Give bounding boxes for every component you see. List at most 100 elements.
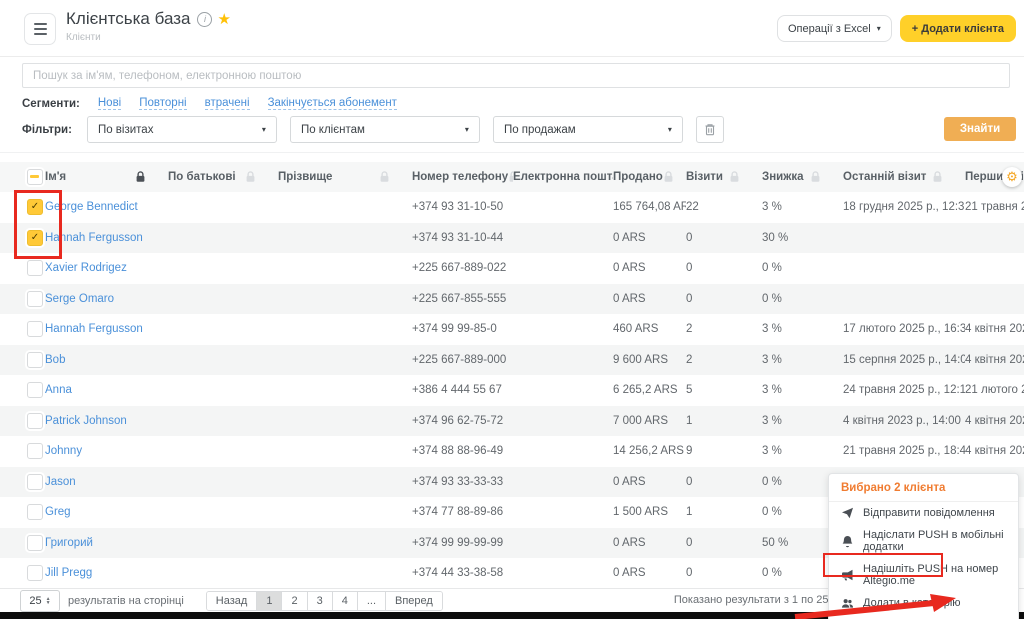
hamburger-menu-button[interactable] bbox=[24, 13, 56, 45]
row-checkbox[interactable] bbox=[27, 504, 43, 520]
column-header-1[interactable]: Ім'я bbox=[45, 171, 168, 183]
cell-phone: +374 93 33-33-33 bbox=[412, 476, 513, 488]
page-button-...[interactable]: ... bbox=[358, 592, 386, 610]
star-icon[interactable]: ★ bbox=[217, 10, 230, 28]
cell-phone: +374 99 99-99-99 bbox=[412, 537, 513, 549]
search-input[interactable] bbox=[22, 63, 1010, 88]
per-page-select[interactable]: 25 ▲▼ bbox=[20, 590, 60, 612]
row-checkbox[interactable] bbox=[27, 443, 43, 459]
lock-icon bbox=[245, 171, 256, 183]
row-checkbox[interactable]: ✓ bbox=[27, 199, 43, 215]
page-button-Назад[interactable]: Назад bbox=[207, 592, 258, 610]
cell-visits: 1 bbox=[686, 506, 762, 518]
page-button-Вперед[interactable]: Вперед bbox=[386, 592, 442, 610]
cell-discount: 3 % bbox=[762, 415, 843, 427]
find-button[interactable]: Знайти bbox=[944, 117, 1016, 141]
cell-visits: 2 bbox=[686, 323, 762, 335]
menu-item-push-altegio[interactable]: Надішліть PUSH на номер Altegio.me bbox=[829, 558, 1018, 592]
table-row: Bob+225 667-889-0009 600 ARS23 %15 серпн… bbox=[0, 345, 1024, 376]
cell-first-visit: 4 квітня 2023 bbox=[965, 445, 1024, 457]
client-name-link[interactable]: Anna bbox=[45, 384, 72, 396]
column-header-4[interactable]: Номер телефону bbox=[412, 171, 513, 183]
row-checkbox[interactable] bbox=[27, 352, 43, 368]
row-checkbox[interactable] bbox=[27, 382, 43, 398]
chevron-down-icon: ▾ bbox=[877, 24, 881, 33]
header-checkbox-cell bbox=[0, 169, 45, 185]
client-name-link[interactable]: Jason bbox=[45, 476, 76, 488]
column-header-label: Ім'я bbox=[45, 171, 66, 183]
cell-last-visit: 24 травня 2025 р., 12:15 bbox=[843, 384, 965, 396]
name-cell: Patrick Johnson bbox=[45, 415, 168, 427]
row-checkbox[interactable] bbox=[27, 474, 43, 490]
filter-by-clients-select[interactable]: По клієнтам ▾ bbox=[290, 116, 480, 143]
client-name-link[interactable]: Greg bbox=[45, 506, 71, 518]
client-name-link[interactable]: Hannah Fergusson bbox=[45, 323, 143, 335]
lock-icon bbox=[729, 171, 740, 183]
name-cell: George Bennedict bbox=[45, 201, 168, 213]
client-name-link[interactable]: George Bennedict bbox=[45, 201, 138, 213]
client-name-link[interactable]: Johnny bbox=[45, 445, 82, 457]
page-button-2[interactable]: 2 bbox=[282, 592, 307, 610]
cell-discount: 0 % bbox=[762, 262, 843, 274]
name-cell: Serge Omaro bbox=[45, 293, 168, 305]
info-icon[interactable]: i bbox=[197, 12, 212, 27]
column-header-8[interactable]: Знижка bbox=[762, 171, 843, 183]
column-header-3[interactable]: Прізвище bbox=[278, 171, 412, 183]
segment-subscription-ending[interactable]: Закінчується абонемент bbox=[268, 97, 397, 110]
column-header-6[interactable]: Продано bbox=[613, 171, 686, 183]
client-name-link[interactable]: Xavier Rodrigez bbox=[45, 262, 127, 274]
row-checkbox[interactable] bbox=[27, 413, 43, 429]
select-all-checkbox[interactable] bbox=[27, 169, 43, 185]
row-checkbox[interactable] bbox=[27, 321, 43, 337]
row-checkbox[interactable] bbox=[27, 260, 43, 276]
segment-repeat[interactable]: Повторні bbox=[139, 97, 186, 110]
checkbox-cell bbox=[0, 413, 45, 429]
name-cell: Greg bbox=[45, 506, 168, 518]
filter-by-visits-select[interactable]: По візитах ▾ bbox=[87, 116, 277, 143]
menu-item-push-mobile[interactable]: Надіслати PUSH в мобільні додатки bbox=[829, 524, 1018, 558]
cell-discount: 30 % bbox=[762, 232, 843, 244]
add-client-button[interactable]: + Додати клієнта bbox=[900, 15, 1016, 42]
table-settings-gear-icon[interactable]: ⚙ bbox=[1002, 167, 1022, 187]
page-button-1[interactable]: 1 bbox=[257, 592, 282, 610]
cell-sold: 0 ARS bbox=[613, 567, 686, 579]
name-cell: Jason bbox=[45, 476, 168, 488]
menu-item-delete-from-base[interactable]: Видалити з бази bbox=[829, 614, 1018, 619]
cell-sold: 1 500 ARS bbox=[613, 506, 686, 518]
checkbox-cell: ✓ bbox=[0, 230, 45, 246]
name-cell: Jill Pregg bbox=[45, 567, 168, 579]
client-name-link[interactable]: Bob bbox=[45, 354, 65, 366]
segment-lost[interactable]: втрачені bbox=[205, 97, 250, 110]
cell-sold: 460 ARS bbox=[613, 323, 686, 335]
cell-phone: +386 4 444 55 67 bbox=[412, 384, 513, 396]
checkbox-cell bbox=[0, 504, 45, 520]
column-header-7[interactable]: Візити bbox=[686, 171, 762, 183]
page-button-3[interactable]: 3 bbox=[308, 592, 333, 610]
excel-operations-button[interactable]: Операції з Excel ▾ bbox=[777, 15, 892, 42]
filter-by-sales-select[interactable]: По продажам ▾ bbox=[493, 116, 683, 143]
menu-item-add-to-category[interactable]: Додати в категорію bbox=[829, 592, 1018, 614]
client-name-link[interactable]: Григорий bbox=[45, 537, 93, 549]
row-checkbox[interactable]: ✓ bbox=[27, 230, 43, 246]
page-button-4[interactable]: 4 bbox=[333, 592, 358, 610]
menu-item-send-message[interactable]: Відправити повідомлення bbox=[829, 502, 1018, 524]
lock-icon bbox=[135, 171, 146, 183]
column-header-9[interactable]: Останній візит bbox=[843, 171, 965, 183]
client-name-link[interactable]: Hannah Fergusson bbox=[45, 232, 143, 244]
client-name-link[interactable]: Patrick Johnson bbox=[45, 415, 127, 427]
row-checkbox[interactable] bbox=[27, 535, 43, 551]
client-name-link[interactable]: Jill Pregg bbox=[45, 567, 92, 579]
checkbox-cell bbox=[0, 535, 45, 551]
cell-phone: +374 96 62-75-72 bbox=[412, 415, 513, 427]
column-header-5[interactable]: Електронна пошта bbox=[513, 171, 613, 183]
table-row: ✓Hannah Fergusson+374 93 31-10-440 ARS03… bbox=[0, 223, 1024, 254]
segment-new[interactable]: Нові bbox=[98, 97, 121, 110]
selection-actions-popup: Вибрано 2 клієнта Відправити повідомленн… bbox=[828, 473, 1019, 619]
column-header-label: По батькові bbox=[168, 171, 236, 183]
checkbox-cell bbox=[0, 443, 45, 459]
column-header-2[interactable]: По батькові bbox=[168, 171, 278, 183]
client-name-link[interactable]: Serge Omaro bbox=[45, 293, 114, 305]
row-checkbox[interactable] bbox=[27, 291, 43, 307]
row-checkbox[interactable] bbox=[27, 565, 43, 581]
clear-filters-button[interactable] bbox=[696, 116, 724, 143]
